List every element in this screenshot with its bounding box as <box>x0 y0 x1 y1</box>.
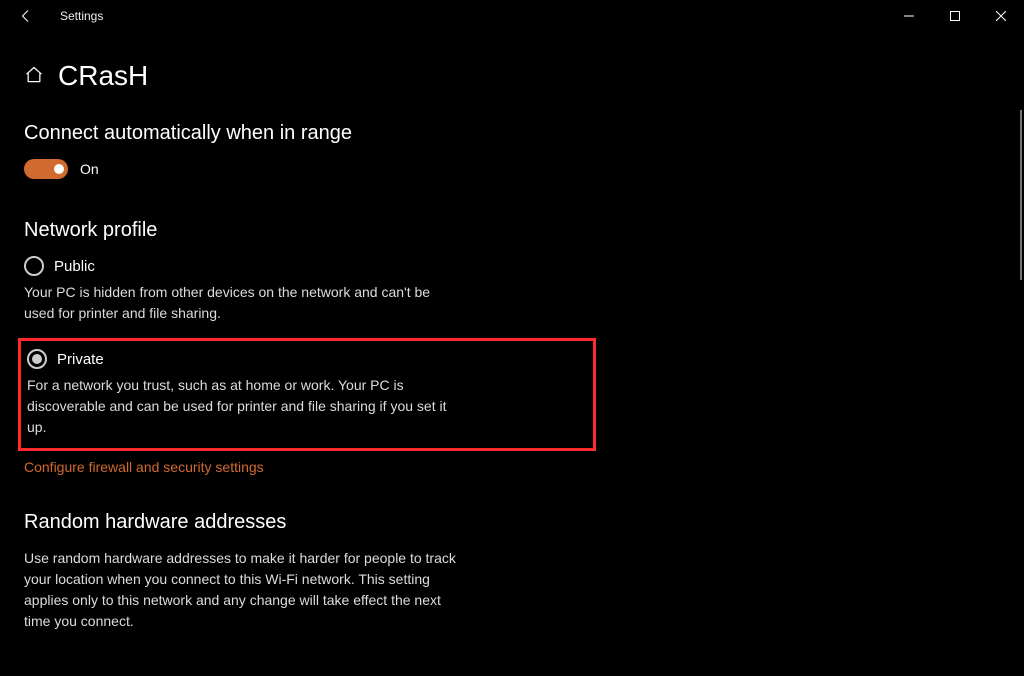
private-label: Private <box>57 351 104 368</box>
public-radio[interactable] <box>24 256 44 276</box>
home-icon[interactable] <box>24 65 44 88</box>
close-button[interactable] <box>978 0 1024 32</box>
page-title: CRasH <box>58 60 148 92</box>
titlebar-label: Settings <box>60 9 103 23</box>
public-radio-row: Public <box>24 256 596 276</box>
private-highlight: Private For a network you trust, such as… <box>18 338 596 451</box>
back-button[interactable] <box>8 0 44 32</box>
auto-connect-toggle-label: On <box>80 161 99 177</box>
toggle-knob <box>54 164 64 174</box>
public-desc: Your PC is hidden from other devices on … <box>24 282 464 324</box>
auto-connect-heading: Connect automatically when in range <box>24 122 596 145</box>
random-hw-desc: Use random hardware addresses to make it… <box>24 548 464 632</box>
scrollbar[interactable] <box>1020 110 1022 280</box>
random-hw-heading: Random hardware addresses <box>24 511 596 534</box>
maximize-icon <box>950 11 960 21</box>
private-radio[interactable] <box>27 349 47 369</box>
minimize-icon <box>904 11 914 21</box>
window-controls <box>886 0 1024 32</box>
private-radio-row: Private <box>27 349 583 369</box>
page-header: CRasH <box>0 32 1024 92</box>
maximize-button[interactable] <box>932 0 978 32</box>
private-desc: For a network you trust, such as at home… <box>27 375 467 438</box>
minimize-button[interactable] <box>886 0 932 32</box>
firewall-link[interactable]: Configure firewall and security settings <box>24 459 264 475</box>
titlebar: Settings <box>0 0 1024 32</box>
close-icon <box>996 11 1006 21</box>
content: Connect automatically when in range On N… <box>0 92 620 632</box>
arrow-left-icon <box>19 9 33 23</box>
auto-connect-toggle-row: On <box>24 159 596 179</box>
auto-connect-toggle[interactable] <box>24 159 68 179</box>
public-label: Public <box>54 258 95 275</box>
network-profile-heading: Network profile <box>24 219 596 242</box>
